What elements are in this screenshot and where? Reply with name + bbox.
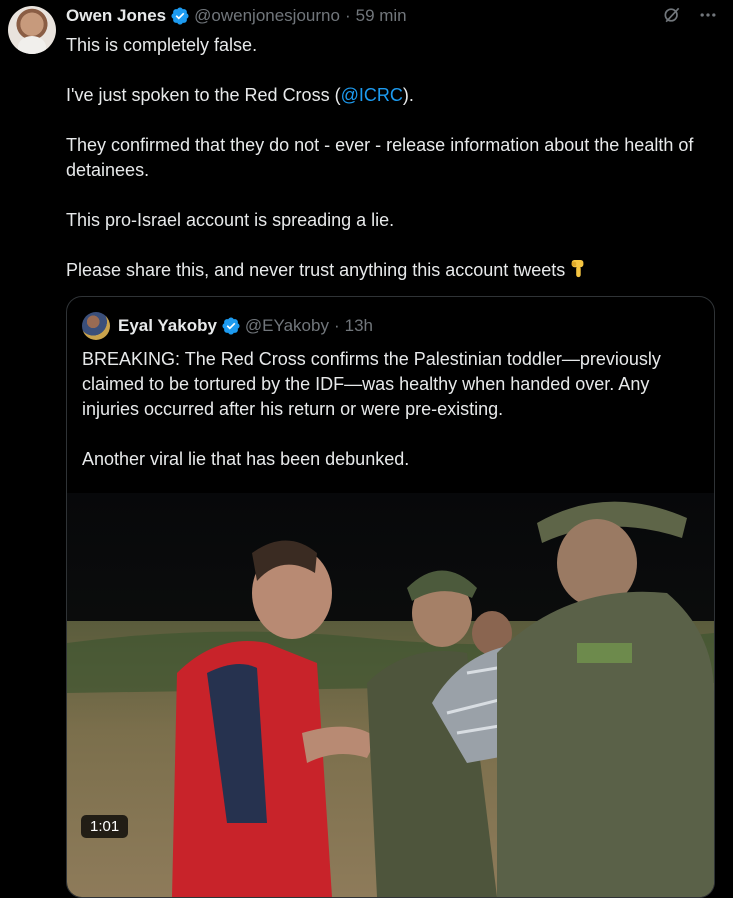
author-avatar[interactable] [8, 6, 56, 54]
separator-dot: · [344, 6, 351, 25]
video-thumbnail [67, 493, 714, 897]
text-fragment: Please share this, and never trust anyth… [66, 260, 566, 280]
separator-dot: · [333, 316, 340, 335]
quoted-tweet[interactable]: Eyal Yakoby @EYakoby · 13h BREAKING: The… [66, 296, 715, 898]
video-duration-badge: 1:01 [81, 815, 129, 838]
quote-author-avatar [82, 312, 110, 340]
quote-author-handle: @EYakoby [244, 316, 329, 335]
tweet-actions-top [661, 4, 719, 26]
tweet[interactable]: Owen Jones @owenjonesjourno · 59 min Thi… [0, 0, 733, 898]
quote-text: BREAKING: The Red Cross confirms the Pal… [82, 347, 702, 497]
tweet-text-line: Please share this, and never trust anyth… [66, 258, 706, 283]
tweet-text-line: This is completely false. [66, 35, 258, 55]
text-fragment: ). [402, 85, 414, 105]
tweet-text-line: I've just spoken to the Red Cross (@ICRC… [66, 83, 706, 108]
more-icon[interactable] [697, 4, 719, 26]
grok-icon[interactable] [661, 4, 683, 26]
verified-badge-icon [171, 7, 189, 25]
quote-author-name: Eyal Yakoby [118, 316, 217, 335]
quote-time: 13h [344, 316, 374, 335]
author-name[interactable]: Owen Jones [66, 6, 166, 26]
text-fragment: I've just spoken to the Red Cross ( [66, 85, 341, 105]
video-player[interactable]: 1:01 [67, 493, 714, 897]
author-handle[interactable]: @owenjonesjourno [194, 6, 340, 26]
mention-link[interactable]: @ICRC [341, 85, 403, 105]
quote-text-paragraph: Another viral lie that has been debunked… [82, 449, 410, 469]
pointing-down-emoji-icon [571, 260, 584, 278]
tweet-text-line: They confirmed that they do not - ever -… [66, 135, 694, 180]
verified-badge-icon [222, 317, 240, 335]
tweet-time[interactable]: 59 min [356, 6, 407, 26]
quote-header: Eyal Yakoby @EYakoby · 13h [82, 312, 374, 340]
tweet-text-line: This pro-Israel account is spreading a l… [66, 210, 395, 230]
tweet-text: This is completely false. I've just spok… [66, 33, 706, 308]
tweet-header: Owen Jones @owenjonesjourno · 59 min [66, 5, 407, 27]
quote-text-paragraph: BREAKING: The Red Cross confirms the Pal… [82, 349, 661, 419]
